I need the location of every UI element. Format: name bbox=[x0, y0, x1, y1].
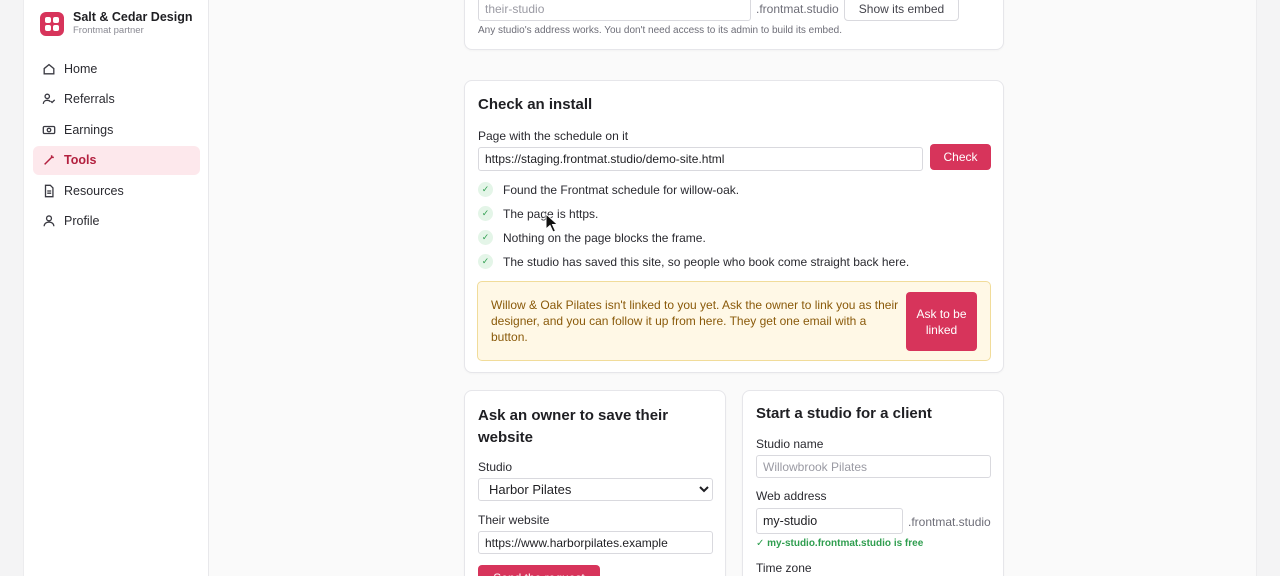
sidebar-item-earnings[interactable]: Earnings bbox=[33, 115, 200, 144]
studio-address-input[interactable]: their-studio bbox=[478, 0, 751, 21]
availability-status: ✓ my-studio.frontmat.studio is free bbox=[756, 538, 924, 549]
grid-logo-icon bbox=[40, 11, 64, 36]
check-item: ✓ Nothing on the page blocks the frame. bbox=[478, 230, 706, 245]
check-button[interactable]: Check bbox=[930, 144, 991, 170]
mouse-pointer-icon bbox=[545, 213, 559, 233]
check-text: The studio has saved this site, so peopl… bbox=[503, 254, 910, 269]
brand: Salt & Cedar Design Frontmat partner bbox=[40, 10, 192, 37]
domain-suffix: .frontmat.studio bbox=[908, 515, 991, 529]
sidebar-item-tools[interactable]: Tools bbox=[33, 145, 200, 175]
domain-suffix: .frontmat.studio bbox=[756, 2, 839, 16]
studio-select[interactable]: Harbor Pilates bbox=[478, 478, 713, 501]
time-zone-label: Time zone bbox=[756, 561, 812, 575]
client-card-title: Start a studio for a client bbox=[756, 405, 932, 422]
check-icon: ✓ bbox=[478, 230, 493, 245]
sidebar-item-label: Resources bbox=[64, 183, 124, 198]
sidebar-nav: Home Referrals Earnings Tools Resources … bbox=[33, 54, 200, 237]
save-card-title: Ask an owner to save their website bbox=[478, 407, 669, 446]
web-address-input[interactable]: my-studio bbox=[756, 508, 903, 534]
user-check-icon bbox=[42, 92, 56, 106]
studio-label: Studio bbox=[478, 460, 513, 474]
start-studio-card: Start a studio for a client Studio name … bbox=[742, 390, 1004, 576]
notice-text: Willow & Oak Pilates isn't linked to you… bbox=[491, 298, 899, 344]
sidebar-item-label: Earnings bbox=[64, 122, 114, 137]
sidebar-item-label: Profile bbox=[64, 214, 100, 228]
send-request-button[interactable]: Send the request bbox=[478, 565, 600, 576]
embed-card: their-studio .frontmat.studio Show its e… bbox=[464, 0, 1004, 50]
website-label: Their website bbox=[478, 513, 550, 527]
sidebar-item-referrals[interactable]: Referrals bbox=[33, 85, 200, 114]
sidebar-item-profile[interactable]: Profile bbox=[33, 207, 200, 236]
check-item: ✓ The page is https. bbox=[478, 206, 598, 221]
web-address-label: Web address bbox=[756, 489, 827, 503]
sidebar-item-label: Referrals bbox=[64, 92, 115, 106]
check-item: ✓ Found the Frontmat schedule for willow… bbox=[478, 182, 739, 197]
studio-name-input[interactable]: Willowbrook Pilates bbox=[756, 455, 991, 478]
check-text: Nothing on the page blocks the frame. bbox=[503, 230, 706, 245]
install-card-title: Check an install bbox=[478, 96, 593, 113]
sidebar-item-resources[interactable]: Resources bbox=[33, 176, 200, 205]
check-icon: ✓ bbox=[478, 254, 493, 269]
save-website-card: Ask an owner to save their website Studi… bbox=[464, 390, 726, 576]
app-window: Salt & Cedar Design Frontmat partner Hom… bbox=[23, 0, 1257, 576]
sidebar-item-label: Home bbox=[64, 61, 98, 76]
check-item: ✓ The studio has saved this site, so peo… bbox=[478, 254, 909, 269]
home-icon bbox=[42, 62, 56, 76]
user-icon bbox=[42, 214, 56, 228]
brand-subtitle: Frontmat partner bbox=[73, 25, 144, 36]
check-icon: ✓ bbox=[478, 206, 493, 221]
check-text: Found the Frontmat schedule for willow-o… bbox=[503, 182, 740, 197]
sidebar-item-home[interactable]: Home bbox=[33, 54, 200, 83]
embed-hint: Any studio's address works. You don't ne… bbox=[478, 25, 843, 36]
ask-to-be-linked-button[interactable]: Ask to be linked bbox=[906, 292, 977, 351]
page-field-label: Page with the schedule on it bbox=[478, 129, 629, 143]
page-url-input[interactable]: https://staging.frontmat.studio/demo-sit… bbox=[478, 147, 923, 171]
cash-icon bbox=[42, 123, 56, 137]
studio-name-label: Studio name bbox=[756, 437, 824, 451]
document-icon bbox=[42, 184, 56, 198]
sidebar-item-label: Tools bbox=[64, 153, 97, 167]
sidebar: Salt & Cedar Design Frontmat partner Hom… bbox=[24, 0, 209, 576]
show-embed-button[interactable]: Show its embed bbox=[844, 0, 959, 21]
check-icon: ✓ bbox=[478, 182, 493, 197]
brand-name: Salt & Cedar Design bbox=[73, 10, 193, 24]
wand-icon bbox=[42, 153, 56, 167]
website-input[interactable]: https://www.harborpilates.example bbox=[478, 531, 713, 554]
link-notice: Willow & Oak Pilates isn't linked to you… bbox=[477, 281, 991, 361]
